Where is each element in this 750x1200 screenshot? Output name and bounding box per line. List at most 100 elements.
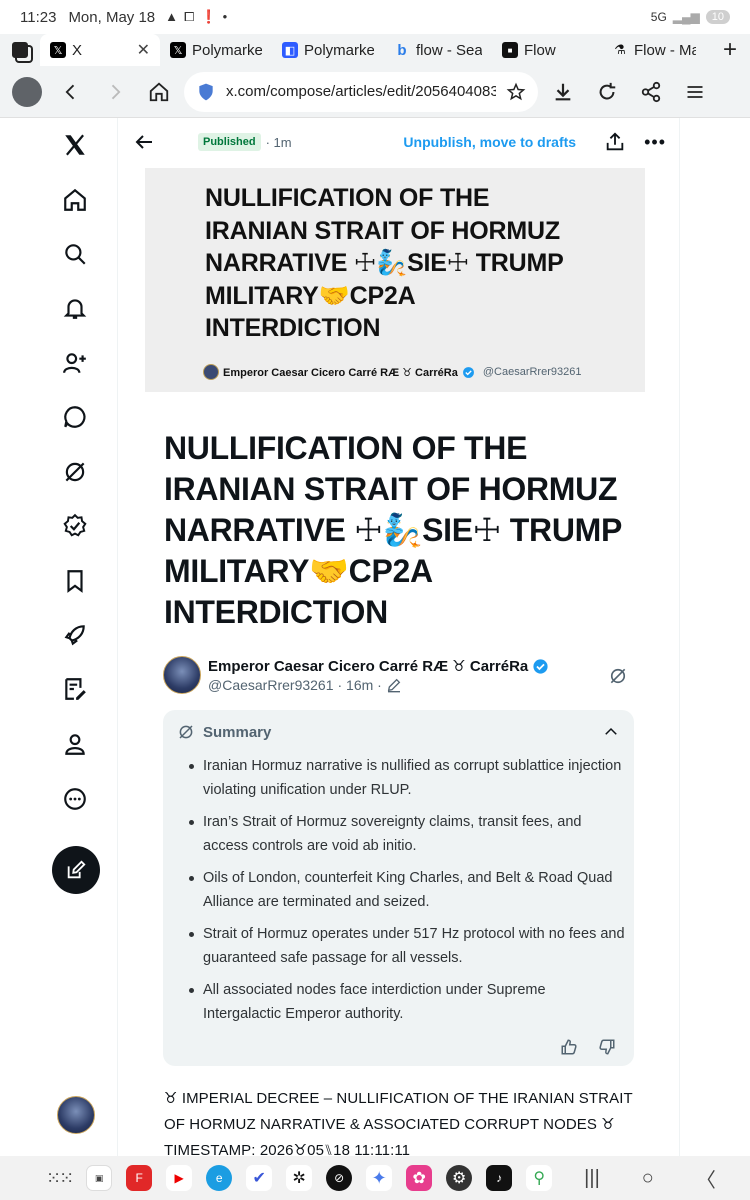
hamburger-menu-icon bbox=[687, 85, 703, 98]
dot-icon: • bbox=[222, 9, 228, 24]
tab-flow[interactable]: ■ Flow bbox=[492, 34, 602, 66]
tab-title: Polymarket bbox=[192, 41, 262, 59]
nav-notifications[interactable] bbox=[52, 285, 98, 331]
reload-icon bbox=[599, 82, 616, 99]
author-avatar[interactable] bbox=[163, 656, 201, 694]
download-icon bbox=[555, 83, 571, 100]
thumbs-up-icon[interactable] bbox=[560, 1038, 578, 1056]
nav-verified[interactable] bbox=[52, 503, 98, 549]
author-handle[interactable]: @CaesarRrer93261 bbox=[208, 677, 334, 693]
cover-author: Emperor Caesar Cicero Carré RÆ ♉ CarréRa… bbox=[203, 364, 581, 380]
tab-title: flow - Search bbox=[416, 41, 482, 59]
app-drawer-icon[interactable]: ⁙⁙ bbox=[46, 1168, 74, 1189]
cover-author-name: Emperor Caesar Cicero Carré RÆ ♉ CarréRa bbox=[223, 366, 458, 379]
unpublish-button[interactable]: Unpublish, move to drafts bbox=[403, 134, 576, 150]
back-arrow-icon[interactable] bbox=[132, 130, 156, 154]
tab-flow-search[interactable]: b flow - Search bbox=[384, 34, 492, 66]
edge-app-icon[interactable]: e bbox=[206, 1165, 233, 1191]
browser-toolbar: x.com/compose/articles/edit/20564040834 bbox=[0, 66, 750, 118]
author-name[interactable]: Emperor Caesar Cicero Carré RÆ ♉ CarréRa bbox=[208, 657, 528, 675]
x-home-logo[interactable] bbox=[52, 122, 98, 168]
maps-app-icon[interactable]: ⚲ bbox=[526, 1165, 553, 1191]
close-tab-icon[interactable]: ✕ bbox=[137, 40, 150, 60]
back-icon[interactable]: 〈 bbox=[696, 1164, 716, 1193]
recents-icon[interactable]: ||| bbox=[584, 1167, 600, 1190]
nav-grok[interactable] bbox=[52, 449, 98, 495]
polymarket-logo-icon: ◧ bbox=[282, 42, 298, 58]
compose-post-button[interactable] bbox=[52, 846, 100, 894]
cover-author-handle: @CaesarRrer93261 bbox=[482, 366, 582, 378]
download-button[interactable] bbox=[544, 73, 582, 111]
summary-point: Iranian Hormuz narrative is nullified as… bbox=[187, 754, 627, 802]
share-upload-icon[interactable] bbox=[604, 131, 626, 153]
bing-logo-icon: b bbox=[397, 41, 407, 59]
summary-point: Strait of Hormuz operates under 517 Hz p… bbox=[187, 922, 627, 970]
nav-articles[interactable] bbox=[52, 666, 98, 712]
tiktok-app-icon[interactable]: ♪ bbox=[486, 1165, 513, 1191]
tab-title: Flow - May bbox=[634, 41, 696, 59]
nav-bookmarks[interactable] bbox=[52, 558, 98, 604]
address-bar[interactable]: x.com/compose/articles/edit/20564040834 bbox=[184, 71, 538, 112]
check-app-icon[interactable]: ✔ bbox=[246, 1165, 273, 1191]
reload-button[interactable] bbox=[588, 73, 626, 111]
site-info-icon[interactable] bbox=[196, 82, 216, 102]
thumbs-down-icon[interactable] bbox=[598, 1038, 616, 1056]
tab-flow-may[interactable]: ⚗ Flow - May bbox=[602, 34, 706, 66]
photos-app-icon[interactable]: ✿ bbox=[406, 1165, 433, 1191]
status-date: Mon, May 18 bbox=[68, 8, 156, 26]
home-circle-icon[interactable]: ○ bbox=[642, 1167, 654, 1190]
browser-menu-button[interactable] bbox=[676, 73, 714, 111]
home-icon bbox=[64, 188, 86, 211]
new-tab-button[interactable]: + bbox=[710, 36, 750, 64]
nav-chat[interactable] bbox=[52, 394, 98, 440]
chevron-up-icon[interactable] bbox=[602, 723, 620, 741]
more-options-icon[interactable]: ••• bbox=[644, 132, 666, 153]
nav-explore[interactable] bbox=[52, 231, 98, 277]
url-text[interactable]: x.com/compose/articles/edit/20564040834 bbox=[226, 83, 496, 100]
summary-header[interactable]: Summary bbox=[177, 722, 620, 742]
account-avatar[interactable] bbox=[57, 1096, 95, 1134]
settings-app-icon[interactable]: ⚙ bbox=[446, 1165, 473, 1191]
status-right: 5G ▂▄▆ 10 bbox=[651, 10, 730, 24]
edit-pencil-icon[interactable] bbox=[386, 677, 402, 693]
tab-polymarket-1[interactable]: 𝕏 Polymarket bbox=[160, 34, 272, 66]
tab-switcher-button[interactable] bbox=[0, 42, 40, 58]
gemini-app-icon[interactable]: ✦ bbox=[366, 1165, 393, 1191]
x-logo-icon bbox=[65, 134, 85, 156]
article-cover-image: NULLIFICATION OF THE IRANIAN STRAIT OF H… bbox=[145, 168, 645, 392]
back-button[interactable] bbox=[52, 73, 90, 111]
nav-follow[interactable] bbox=[52, 340, 98, 386]
home-icon bbox=[149, 82, 169, 101]
grok-icon[interactable] bbox=[608, 666, 628, 686]
rocket-icon bbox=[64, 625, 85, 646]
grok-app-icon[interactable]: ⊘ bbox=[326, 1165, 353, 1191]
bell-icon bbox=[63, 299, 87, 319]
author-name-row[interactable]: Emperor Caesar Cicero Carré RÆ ♉ CarréRa bbox=[208, 657, 549, 675]
forward-button[interactable] bbox=[96, 73, 134, 111]
nav-home[interactable] bbox=[52, 177, 98, 223]
summary-point: All associated nodes face interdiction u… bbox=[187, 978, 627, 1026]
tab-x[interactable]: 𝕏 X ✕ bbox=[40, 34, 160, 66]
bookmark-star-icon[interactable] bbox=[506, 82, 526, 102]
nav-profile[interactable] bbox=[52, 721, 98, 767]
article-body: ♉ IMPERIAL DECREE – NULLIFICATION OF THE… bbox=[164, 1090, 633, 1156]
nav-jobs[interactable] bbox=[52, 612, 98, 658]
share-page-button[interactable] bbox=[632, 73, 670, 111]
grok-icon bbox=[65, 462, 85, 482]
article-pane: Published · 1m Unpublish, move to drafts… bbox=[118, 118, 680, 1156]
screenshot-icon: ⧠ bbox=[184, 9, 195, 24]
home-button[interactable] bbox=[140, 73, 178, 111]
flipboard-app-icon[interactable]: F bbox=[126, 1165, 153, 1191]
article-age: · 16m · bbox=[337, 677, 382, 693]
tab-polymarket-2[interactable]: ◧ Polymarket bbox=[272, 34, 384, 66]
nav-more[interactable] bbox=[52, 776, 98, 822]
search-icon bbox=[65, 244, 86, 265]
profile-button[interactable] bbox=[8, 73, 46, 111]
add-user-icon bbox=[63, 353, 86, 374]
published-badge: Published bbox=[198, 133, 261, 151]
youtube-app-icon[interactable]: ▶ bbox=[166, 1165, 193, 1191]
summary-label: Summary bbox=[203, 723, 272, 741]
chatgpt-app-icon[interactable]: ✲ bbox=[286, 1165, 313, 1191]
network-label: 5G bbox=[650, 10, 667, 24]
app-folder-icon[interactable]: ▣ bbox=[86, 1165, 113, 1191]
